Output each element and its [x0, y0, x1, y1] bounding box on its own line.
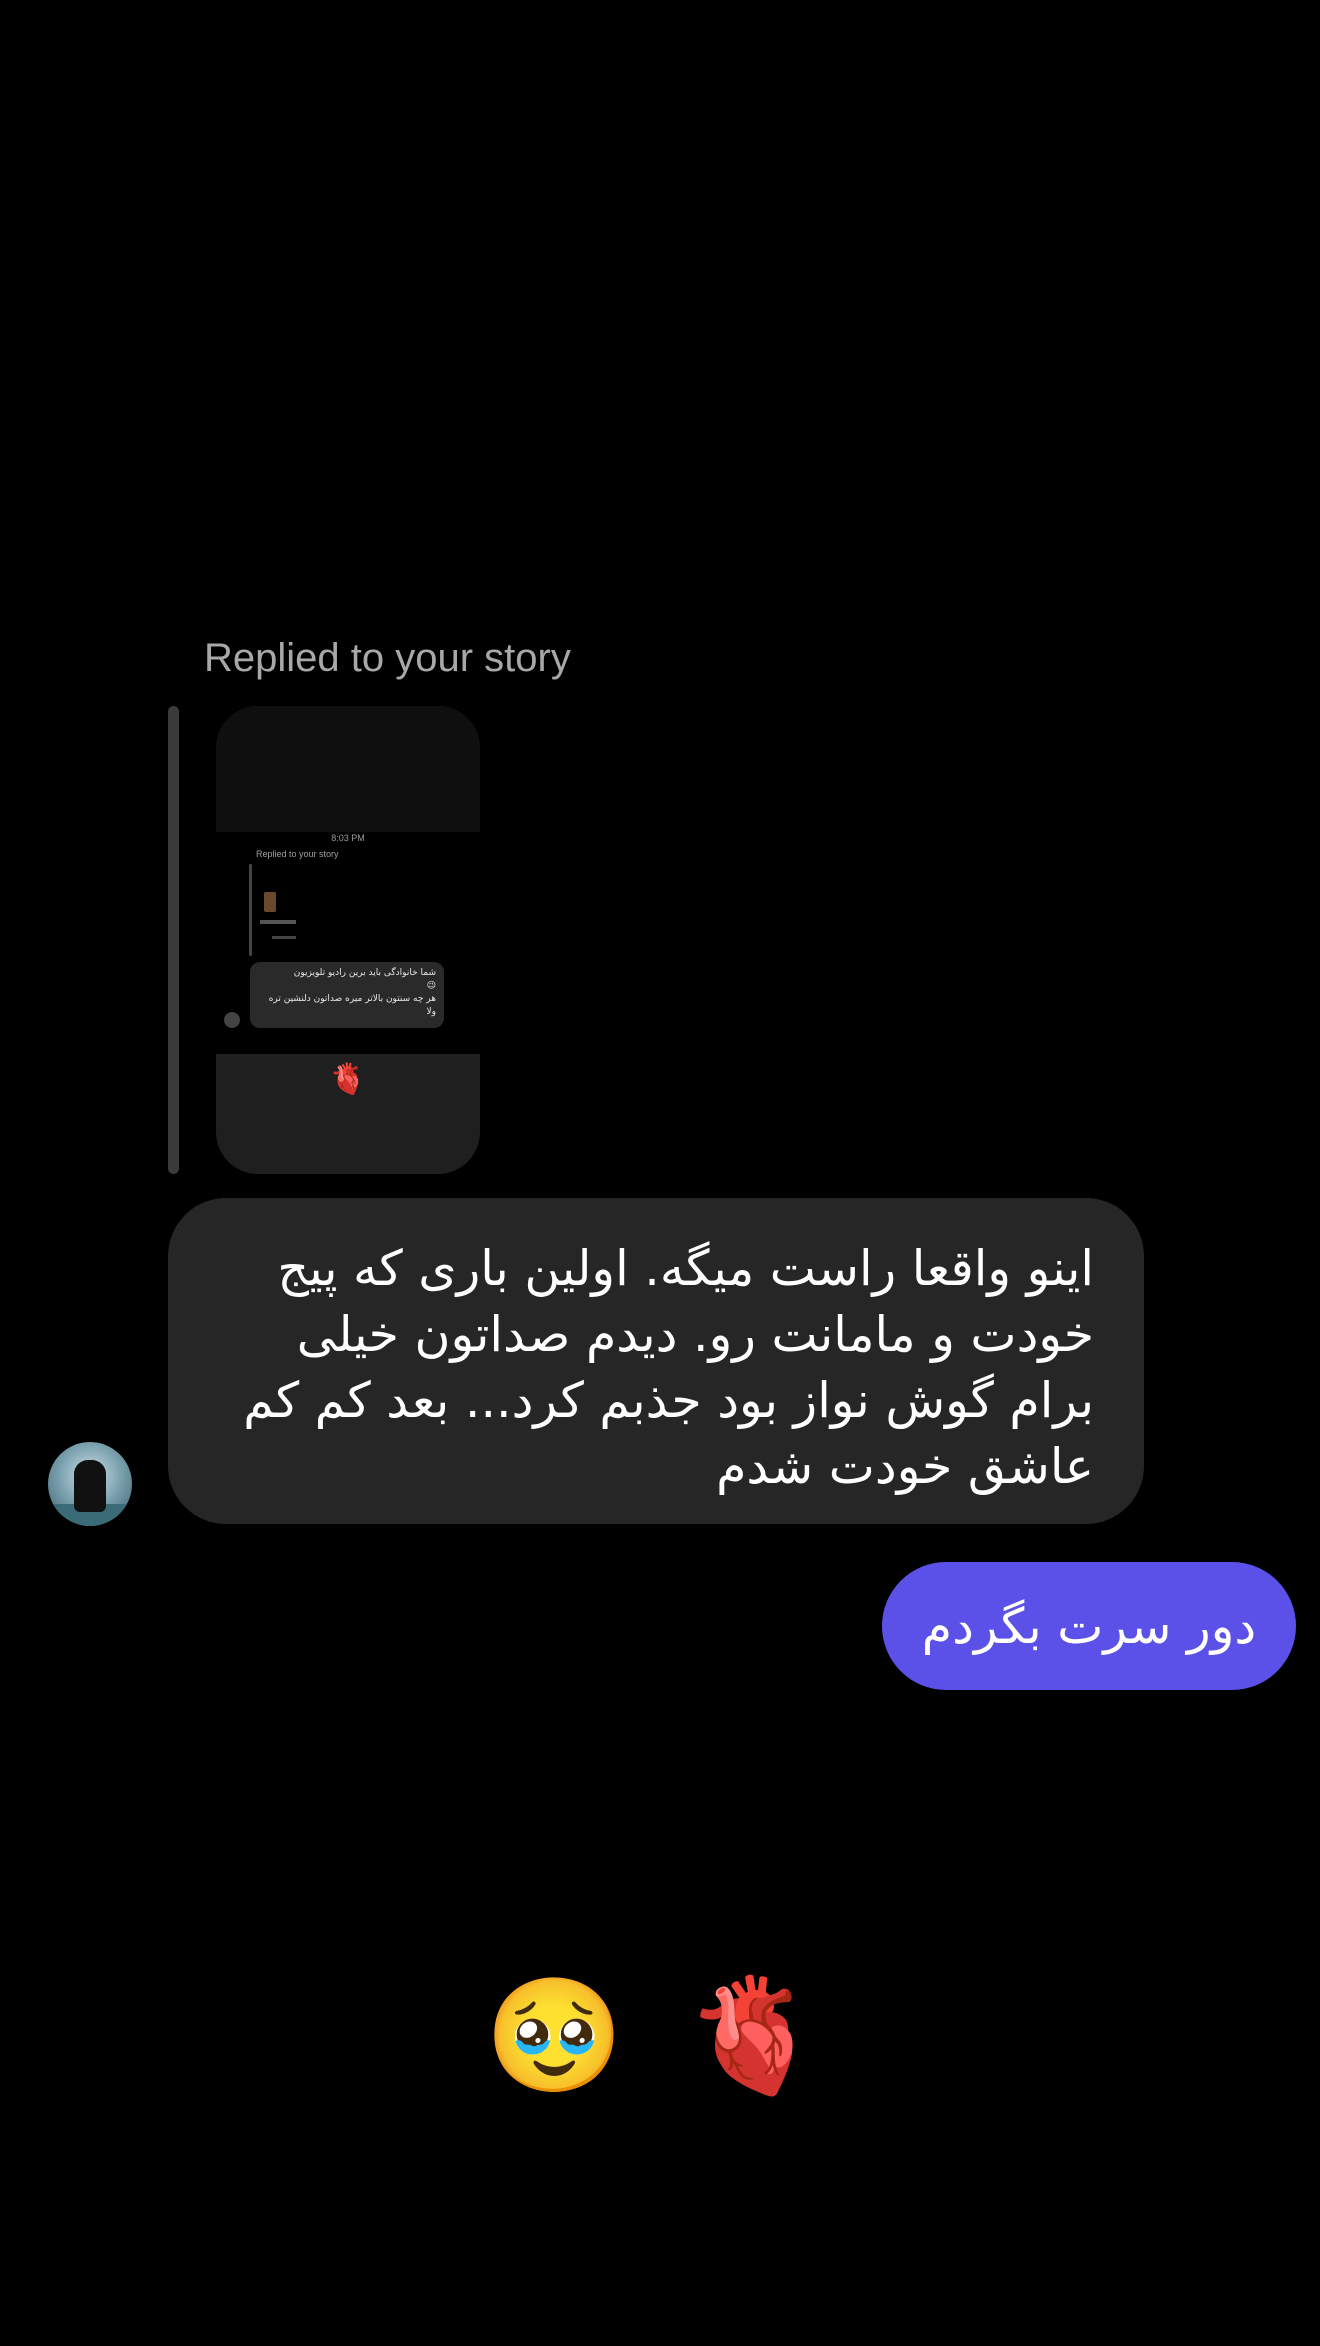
large-emoji-message[interactable]: 🥹 🫀	[0, 1966, 1320, 2106]
incoming-message-bubble[interactable]: اینو واقعا راست میگه. اولین باری که پیج …	[168, 1198, 1144, 1524]
avatar-figure	[74, 1460, 106, 1512]
story-preview-avatar	[224, 1012, 240, 1028]
story-preview-message-line: شما خانوادگی باید برین رادیو تلویزیون	[293, 968, 436, 978]
story-preview-card[interactable]: 8:03 PM Replied to your story شما خانواد…	[216, 706, 480, 1174]
story-preview-caption-line	[260, 920, 296, 924]
outgoing-message-bubble[interactable]: دور سرت بگردم	[882, 1562, 1296, 1690]
story-preview-message-bubble: شما خانوادگی باید برین رادیو تلویزیون 😉 …	[250, 962, 444, 1028]
story-preview-message-emoji: 😉	[426, 981, 436, 991]
sender-avatar[interactable]	[48, 1442, 132, 1526]
story-reply-label: Replied to your story	[204, 636, 571, 680]
story-preview-time: 8:03 PM	[331, 833, 365, 843]
reply-quote-bar	[168, 706, 179, 1174]
story-preview-caption-line	[272, 936, 296, 939]
story-preview-header	[216, 706, 480, 832]
story-preview-reply-label: Replied to your story	[256, 849, 339, 859]
story-preview-thumbnail	[264, 892, 276, 912]
story-preview-message-line: هر چه سنتون بالاتر میره صداتون دلنشین تر…	[268, 994, 436, 1017]
story-preview-reaction: 🫀	[329, 1062, 367, 1097]
story-preview-quote-bar	[249, 864, 252, 956]
